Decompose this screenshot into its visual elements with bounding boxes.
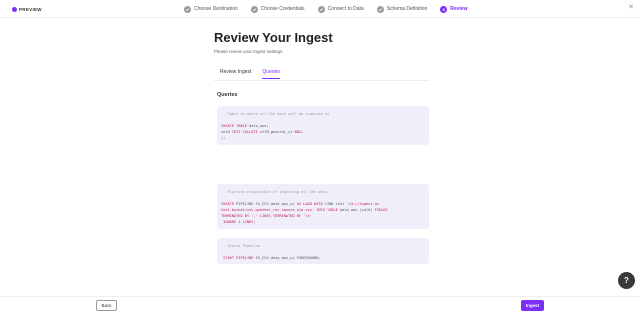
step-label: Schema Definition bbox=[386, 6, 428, 12]
step-label: Connect to Data bbox=[327, 6, 364, 12]
logo-mark-icon bbox=[12, 7, 17, 12]
step-label: Choose Destination bbox=[194, 6, 238, 12]
back-button[interactable]: Back bbox=[96, 300, 117, 311]
check-icon bbox=[250, 5, 258, 13]
page-subtitle: Please review your Ingest settings. bbox=[214, 49, 284, 54]
code-line: IGNORE 1 LINES; bbox=[223, 220, 256, 224]
main-content: Review Your Ingest Please review your In… bbox=[214, 30, 429, 264]
step-schema-definition[interactable]: Schema Definition bbox=[376, 5, 428, 13]
code-line: ); bbox=[221, 136, 226, 140]
code-line: START PIPELINE S3_CSV_data_aws_ui FOREGR… bbox=[223, 256, 321, 260]
tab-review-ingest[interactable]: Review Ingest bbox=[220, 69, 251, 79]
close-icon[interactable]: ✕ bbox=[628, 4, 634, 11]
step-number: 5 bbox=[440, 5, 448, 13]
check-icon bbox=[184, 5, 191, 13]
help-button[interactable]: ? bbox=[618, 272, 635, 289]
section-title: Queries bbox=[217, 92, 238, 98]
query-block-create-pipeline: -- Pipeline responsible of ingesting all… bbox=[217, 184, 429, 229]
top-bar: PREVIEW Choose Destination Choose Creden… bbox=[0, 0, 640, 18]
brand-logo: PREVIEW bbox=[12, 6, 42, 13]
step-choose-credentials[interactable]: Choose Credentials bbox=[250, 5, 305, 13]
step-label: Review bbox=[450, 6, 468, 12]
step-label: Choose Credentials bbox=[260, 6, 305, 12]
wizard-steps: Choose Destination Choose Credentials Co… bbox=[184, 5, 481, 13]
tab-divider bbox=[214, 80, 429, 81]
page-title: Review Your Ingest bbox=[214, 30, 333, 45]
step-choose-destination[interactable]: Choose Destination bbox=[184, 5, 238, 13]
logo-text: PREVIEW bbox=[19, 7, 42, 12]
tab-queries[interactable]: Queries bbox=[262, 69, 280, 79]
query-block-start-pipeline: -- Starts Pipeline START PIPELINE S3_CSV… bbox=[217, 238, 429, 264]
check-icon bbox=[376, 5, 384, 13]
check-icon bbox=[317, 5, 325, 13]
step-connect-to-data[interactable]: Connect to Data bbox=[317, 5, 364, 13]
tab-bar: Review Ingest Queries bbox=[220, 69, 280, 79]
step-review[interactable]: 5 Review bbox=[440, 5, 468, 13]
footer-bar: Back Ingest bbox=[0, 296, 640, 314]
ingest-button[interactable]: Ingest bbox=[521, 300, 544, 311]
query-block-create-table: -- Table to where all the data will be i… bbox=[217, 106, 429, 145]
